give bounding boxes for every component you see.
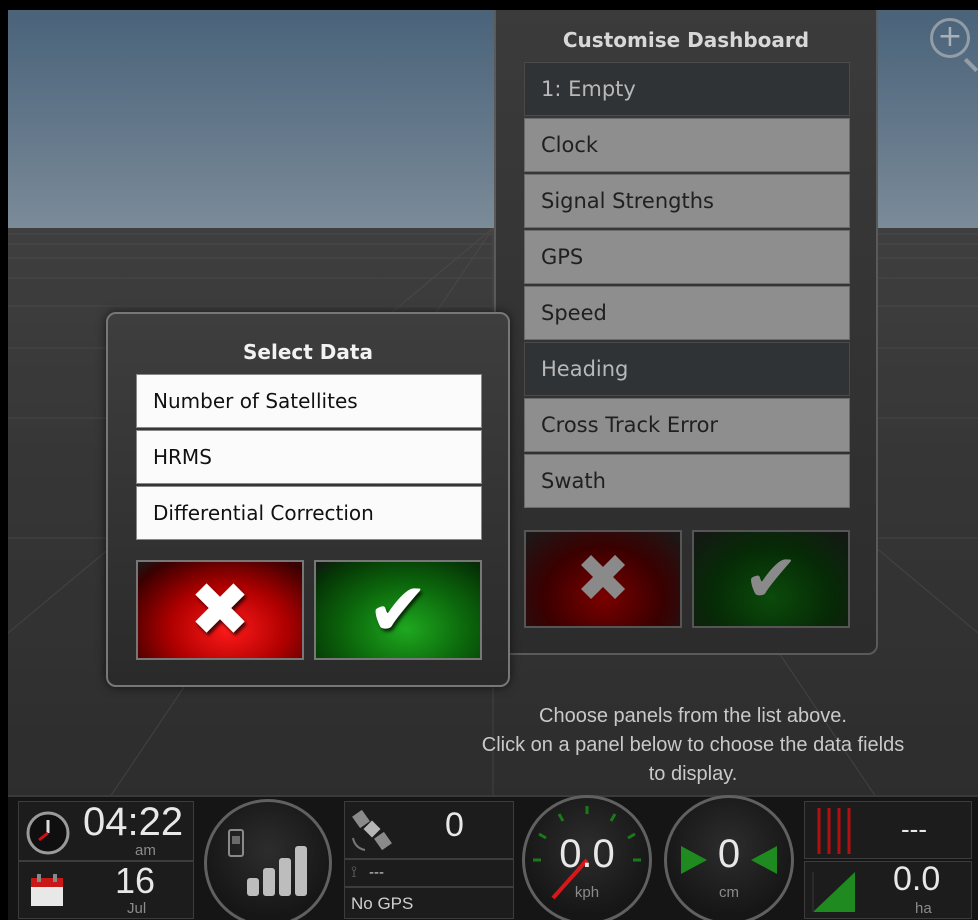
- x-icon: ✖: [575, 540, 631, 617]
- dash-item-gps[interactable]: GPS: [524, 230, 850, 284]
- cross-track-gauge[interactable]: 0 cm: [664, 795, 794, 920]
- swath-value: ---: [901, 814, 927, 844]
- dash-item-cross-track-error[interactable]: Cross Track Error: [524, 398, 850, 452]
- zoom-in-icon[interactable]: +: [930, 18, 970, 58]
- clock-panel[interactable]: 04:22 am: [18, 800, 194, 861]
- gps-status: No GPS: [351, 894, 414, 913]
- select-data-dialog: Select Data Number of Satellites HRMS Di…: [106, 312, 510, 687]
- dash-item-speed[interactable]: Speed: [524, 286, 850, 340]
- clock-icon: [26, 811, 70, 855]
- clock-time: 04:22: [83, 800, 184, 844]
- dash-item-empty[interactable]: 1: Empty: [524, 62, 850, 116]
- dash-item-swath[interactable]: Swath: [524, 454, 850, 508]
- select-data-cancel-button[interactable]: ✖: [136, 560, 304, 660]
- cross-track-unit: cm: [719, 884, 739, 901]
- gps-status-panel[interactable]: No GPS: [344, 887, 514, 919]
- satellite-icon: [352, 809, 392, 851]
- dashboard-confirm-button[interactable]: ✔: [692, 530, 850, 628]
- speed-unit: kph: [574, 884, 600, 901]
- option-number-of-satellites[interactable]: Number of Satellites: [136, 374, 482, 428]
- dash-item-clock[interactable]: Clock: [524, 118, 850, 172]
- date-day: 16: [115, 860, 156, 901]
- cross-track-value: 0: [717, 832, 741, 876]
- calendar-icon: [31, 874, 63, 906]
- select-data-confirm-button[interactable]: ✔: [314, 560, 482, 660]
- speed-gauge[interactable]: 0.0 kph: [522, 795, 652, 920]
- swath-panel[interactable]: ---: [804, 801, 972, 859]
- check-icon: ✔: [366, 567, 429, 653]
- speed-value: 0.0: [559, 832, 615, 876]
- date-panel[interactable]: 16 Jul: [18, 860, 194, 919]
- dash-item-signal-strengths[interactable]: Signal Strengths: [524, 174, 850, 228]
- area-panel[interactable]: 0.0 ha: [804, 860, 972, 919]
- instructions-text: Choose panels from the list above. Click…: [408, 702, 978, 789]
- date-month: Jul: [127, 900, 147, 917]
- check-icon: ✔: [743, 540, 799, 617]
- gps-satellite-count: 0: [445, 806, 464, 844]
- area-value: 0.0: [893, 860, 941, 898]
- option-hrms[interactable]: HRMS: [136, 430, 482, 484]
- instructions-line-3: to display.: [648, 763, 738, 785]
- clock-ampm: am: [135, 842, 156, 859]
- dash-item-heading[interactable]: Heading: [524, 342, 850, 396]
- customise-dashboard-title: Customise Dashboard: [562, 28, 810, 52]
- dashboard-bar: 04:22 am 16 Jul 0 ⟟ --- No GPS 0.0 kph 0…: [8, 795, 978, 920]
- x-icon: ✖: [188, 567, 251, 653]
- instructions-line-2: Click on a panel below to choose the dat…: [481, 734, 905, 756]
- gps-correction-panel[interactable]: ⟟ ---: [344, 859, 514, 887]
- signal-strength-gauge[interactable]: [204, 799, 332, 920]
- area-triangle-icon: [812, 872, 855, 912]
- option-differential-correction[interactable]: Differential Correction: [136, 486, 482, 540]
- dashboard-cancel-button[interactable]: ✖: [524, 530, 682, 628]
- screen: + Customise Dashboard 1: Empty Clock Sig…: [0, 0, 978, 920]
- antenna-icon: ⟟: [351, 862, 357, 881]
- customise-dashboard-panel: Customise Dashboard 1: Empty Clock Signa…: [494, 10, 878, 655]
- gps-satellite-panel[interactable]: 0: [344, 801, 514, 859]
- gps-correction-value: ---: [369, 864, 384, 881]
- select-data-title: Select Data: [243, 340, 373, 364]
- instructions-line-1: Choose panels from the list above.: [539, 705, 847, 727]
- area-unit: ha: [915, 900, 932, 917]
- swath-icon: [817, 808, 851, 854]
- signal-bars-icon: [228, 829, 307, 896]
